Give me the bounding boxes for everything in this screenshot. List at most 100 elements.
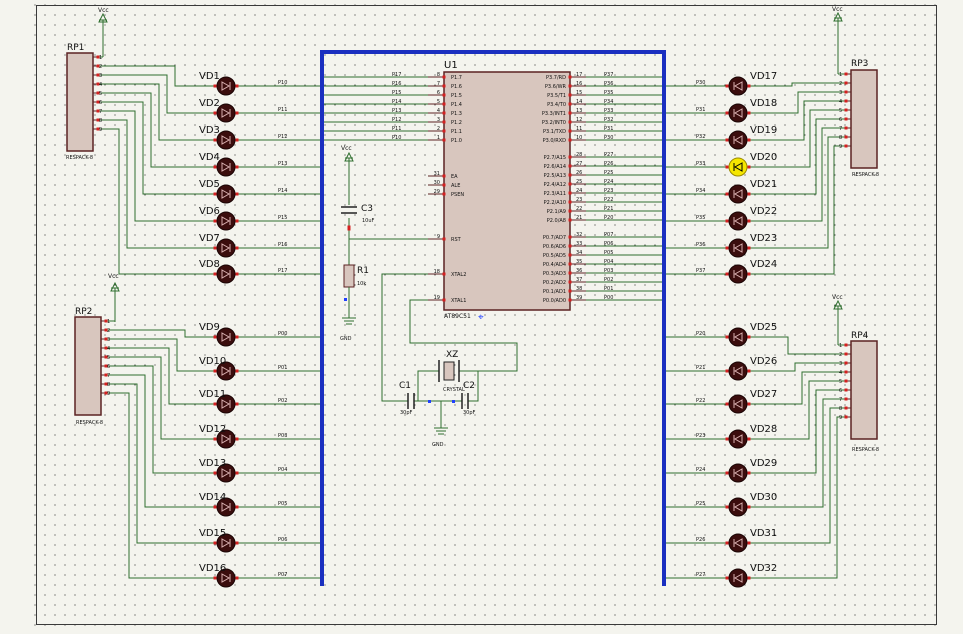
rp-pin-number: 5 bbox=[99, 91, 102, 97]
led-body[interactable] bbox=[728, 157, 748, 177]
mcu-pin-number: 1 bbox=[437, 135, 440, 141]
rp3[interactable]: RP3 RESPACK-8 bbox=[850, 59, 879, 178]
pin-end bbox=[844, 90, 848, 94]
mcu-pin-number: 6 bbox=[437, 90, 440, 96]
mcu-pin-name: P3.4/T0 bbox=[547, 102, 566, 108]
pin-end bbox=[844, 135, 848, 139]
rp-pin-number: 7 bbox=[99, 109, 102, 115]
mcu-pin-number: 14 bbox=[576, 99, 582, 105]
rp-pin-number: 4 bbox=[839, 370, 842, 376]
pin-end bbox=[747, 505, 751, 509]
led-body[interactable] bbox=[728, 463, 748, 483]
mcu-net-label: P03 bbox=[604, 268, 613, 274]
pin-end bbox=[747, 192, 751, 196]
mcu-pin-name: ALE bbox=[451, 183, 460, 189]
mcu-pin-name: P0.4/AD4 bbox=[543, 262, 566, 268]
pin-end bbox=[235, 471, 239, 475]
led-body[interactable] bbox=[728, 497, 748, 517]
rp-pin-number: 3 bbox=[99, 73, 102, 79]
pin-end bbox=[213, 369, 217, 373]
mcu-pin-name: P2.3/A11 bbox=[544, 191, 566, 197]
rp-pin-number: 5 bbox=[839, 379, 842, 385]
mcu-pin-name: P2.1/A9 bbox=[547, 209, 566, 215]
mcu-pin-number: 8 bbox=[437, 72, 440, 78]
mcu-pin-name: P2.7/A15 bbox=[544, 155, 566, 161]
pin-end bbox=[844, 72, 848, 76]
net-label: P05 bbox=[278, 501, 287, 507]
mcu-pin-name: P3.6/WR bbox=[545, 84, 567, 90]
pin-end bbox=[568, 182, 572, 186]
pin-end bbox=[213, 471, 217, 475]
rp2-body[interactable] bbox=[74, 316, 102, 416]
led-body[interactable] bbox=[728, 394, 748, 414]
net-label: P32 bbox=[696, 134, 705, 140]
pin-end bbox=[442, 111, 446, 115]
pin-end bbox=[747, 84, 751, 88]
led-body[interactable] bbox=[728, 103, 748, 123]
mcu-pin-name: P0.1/AD1 bbox=[543, 289, 566, 295]
net-label: P02 bbox=[278, 398, 287, 404]
led-body[interactable] bbox=[728, 568, 748, 588]
mcu-net-label: P17 bbox=[392, 72, 401, 78]
pin-end bbox=[725, 138, 729, 142]
led-body[interactable] bbox=[728, 264, 748, 284]
mcu-net-label: P26 bbox=[604, 161, 613, 167]
c1-ref: C1 bbox=[399, 381, 411, 391]
rp-pin-number: 7 bbox=[107, 373, 110, 379]
net-label: P06 bbox=[278, 537, 287, 543]
led-body[interactable] bbox=[728, 533, 748, 553]
rp-pin-number: 1 bbox=[839, 72, 842, 78]
rp4[interactable]: RP4 RESPACK-8 bbox=[850, 331, 879, 453]
led-body[interactable] bbox=[728, 361, 748, 381]
rp3-body[interactable] bbox=[850, 69, 878, 169]
led-body[interactable] bbox=[728, 76, 748, 96]
led-ref: VD4 bbox=[199, 152, 220, 163]
pin-end bbox=[725, 369, 729, 373]
net-label: P11 bbox=[278, 107, 287, 113]
pin-end bbox=[725, 402, 729, 406]
mcu-pin-name: P0.3/AD3 bbox=[543, 271, 566, 277]
pin-end bbox=[568, 209, 572, 213]
rp1-body[interactable] bbox=[66, 52, 94, 152]
net-label: P04 bbox=[278, 467, 287, 473]
rp2[interactable]: RP2 RESPACK-8 bbox=[74, 307, 103, 426]
led-body[interactable] bbox=[728, 211, 748, 231]
pin-end bbox=[213, 111, 217, 115]
led-body[interactable] bbox=[728, 130, 748, 150]
led-body[interactable] bbox=[728, 429, 748, 449]
pin-end bbox=[235, 369, 239, 373]
rp1[interactable]: RP1 RESPACK-8 bbox=[66, 43, 94, 161]
rp4-body[interactable] bbox=[850, 340, 878, 440]
rp-pin-number: 4 bbox=[839, 99, 842, 105]
led-ref: VD26 bbox=[750, 356, 777, 367]
net-label: P07 bbox=[278, 572, 287, 578]
pin-end bbox=[747, 335, 751, 339]
r1-value: 10k bbox=[357, 281, 366, 287]
mcu-net-label: P06 bbox=[604, 241, 613, 247]
led-ref: VD30 bbox=[750, 492, 777, 503]
pin-end bbox=[747, 138, 751, 142]
led-body[interactable] bbox=[728, 184, 748, 204]
pin-end bbox=[235, 335, 239, 339]
mcu-net-label: P01 bbox=[604, 286, 613, 292]
pin-end bbox=[235, 111, 239, 115]
pin-end bbox=[844, 415, 848, 419]
pin-end bbox=[844, 117, 848, 121]
pin-end bbox=[568, 298, 572, 302]
pin-end bbox=[213, 576, 217, 580]
led-body[interactable] bbox=[728, 327, 748, 347]
mcu-pin-number: 29 bbox=[434, 189, 440, 195]
mcu-net-label: P10 bbox=[392, 135, 401, 141]
mcu-pin-name: P0.7/AD7 bbox=[543, 235, 566, 241]
mcu-pin-name: P2.6/A14 bbox=[544, 164, 566, 170]
mcu-pin-number: 31 bbox=[434, 171, 440, 177]
mcu-pin-number: 17 bbox=[576, 72, 582, 78]
mcu-net-label: P32 bbox=[604, 117, 613, 123]
rp-pin-number: 1 bbox=[99, 55, 102, 61]
mcu-pin-number: 3 bbox=[437, 117, 440, 123]
schematic-canvas: U1 AT89C51 ⌖ RP1 RESPACK-8 RP2 RESPACK-8… bbox=[0, 0, 963, 634]
rp-pin-number: 8 bbox=[839, 406, 842, 412]
pin-end bbox=[568, 102, 572, 106]
led-ref: VD9 bbox=[199, 322, 220, 333]
led-body[interactable] bbox=[728, 238, 748, 258]
